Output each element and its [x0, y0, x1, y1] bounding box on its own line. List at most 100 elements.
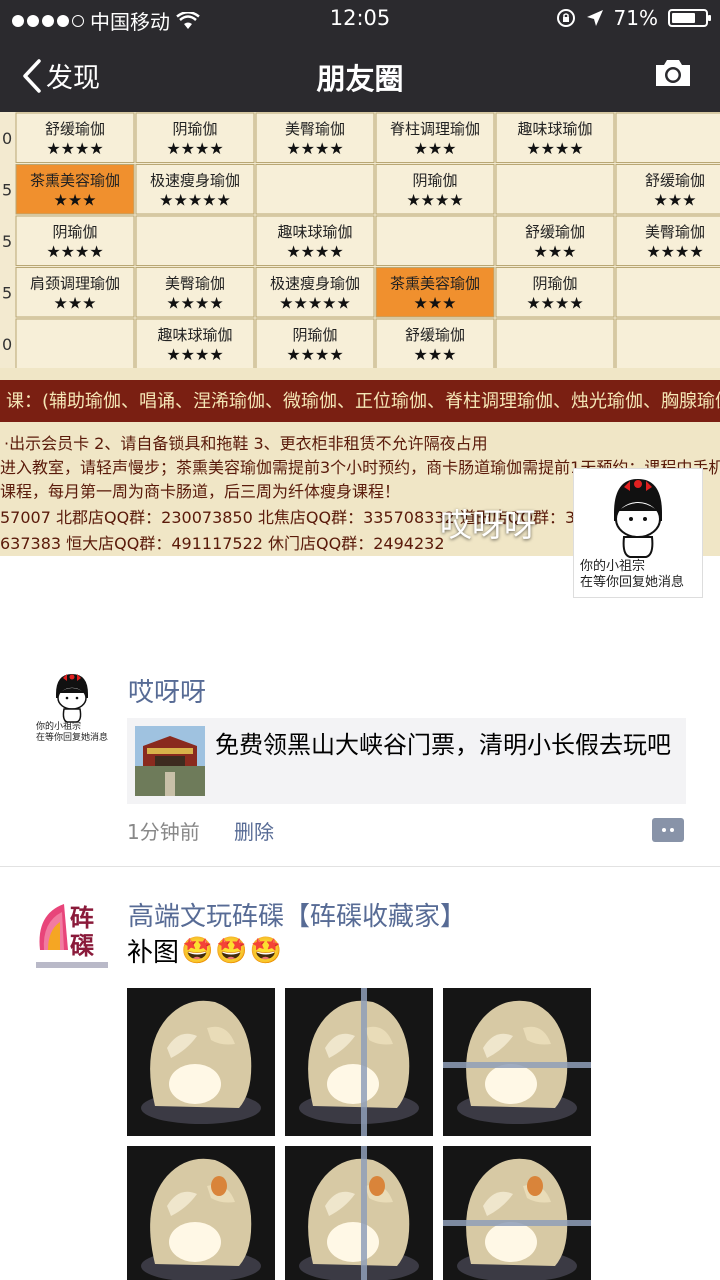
shared-link-card[interactable]: 免费领黑山大峡谷门票，清明小长假去玩吧 [127, 718, 686, 804]
cover-owner-name: 哎呀呀 [439, 506, 536, 544]
class-rating: ★★★ [413, 139, 456, 158]
class-name: 茶熏美容瑜伽 [30, 172, 120, 190]
schedule-cell [135, 215, 255, 266]
class-name: 阴瑜伽 [532, 275, 577, 293]
camera-button[interactable] [654, 58, 692, 92]
star-eyes-emoji-icon: 🤩 [181, 935, 214, 966]
dot [670, 828, 674, 832]
schedule-cell [615, 267, 720, 318]
post-photo[interactable] [443, 1146, 591, 1280]
star-eyes-emoji-icon: 🤩 [249, 935, 283, 966]
profile-caption: 你的小祖宗 在等你回复她消息 [580, 559, 684, 591]
battery-fill [672, 13, 695, 23]
row-edge-mark: 5 [2, 232, 12, 251]
class-name: 阴瑜伽 [172, 120, 217, 138]
logo-char: 磲 [70, 931, 94, 960]
row-edge-mark: 5 [2, 283, 12, 302]
schedule-cell [615, 318, 720, 368]
note-line: 课程，每月第一周为商卡肠道，后三周为纤体瘦身课程！ [0, 482, 401, 501]
class-rating: ★★★★★ [279, 294, 351, 313]
class-rating: ★★★★ [166, 345, 223, 364]
class-rating: ★★★★★ [159, 191, 231, 210]
class-name: 脊柱调理瑜伽 [390, 120, 480, 138]
shell-carving-photo [443, 1146, 591, 1280]
camera-icon [656, 60, 690, 86]
link-title: 免费领黑山大峡谷门票，清明小长假去玩吧 [215, 731, 671, 759]
post-photo[interactable] [127, 988, 275, 1136]
post-body: 补图 [127, 938, 180, 968]
class-rating: ★★★★ [286, 242, 343, 261]
class-rating: ★★★★ [286, 345, 343, 364]
schedule-cell [255, 164, 375, 215]
schedule-cell [375, 215, 495, 266]
post-text: 补图 🤩 🤩 🤩 [127, 932, 282, 969]
star-eyes-emoji-icon: 🤩 [215, 935, 248, 966]
post-avatar[interactable]: 你的小祖宗 在等你回复她消息 [32, 668, 112, 748]
schedule-cell [615, 112, 720, 163]
class-rating: ★★★ [53, 191, 96, 210]
post-time: 1分钟前 [127, 820, 200, 844]
shell-carving-photo [285, 988, 433, 1136]
class-name: 舒缓瑜伽 [525, 223, 585, 241]
class-name: 美臀瑜伽 [285, 120, 345, 138]
class-rating: ★★★ [413, 294, 456, 313]
schedule-cell [495, 164, 615, 215]
battery-percent: 71% [613, 6, 658, 30]
shell-carving-photo [127, 988, 275, 1136]
note-line: ·出示会员卡 2、请自备锁具和拖鞋 3、更衣柜非租赁不允许隔夜占用 [4, 434, 488, 453]
class-name: 趣味球瑜伽 [157, 326, 232, 344]
class-rating: ★★★★ [286, 139, 343, 158]
post-photo[interactable] [127, 1146, 275, 1280]
post-divider [0, 866, 720, 867]
shell-carving-photo [127, 1146, 275, 1280]
class-rating: ★★★★ [166, 294, 223, 313]
shell-carving-photo [285, 1146, 433, 1280]
row-edge-mark: 5 [2, 180, 12, 199]
class-name: 舒缓瑜伽 [45, 120, 105, 138]
status-bar: 中国移动 12:05 71% [0, 0, 720, 38]
class-rating: ★★★★ [526, 139, 583, 158]
post-photo[interactable] [285, 1146, 433, 1280]
status-right: 71% [556, 6, 711, 30]
cartoon-girl-icon [614, 479, 662, 558]
caption-line: 在等你回复她消息 [36, 733, 109, 743]
logo-text: 砗 磲 [70, 904, 94, 960]
link-thumbnail [135, 726, 205, 796]
class-rating: ★★★ [533, 242, 576, 261]
battery-icon [668, 9, 711, 27]
class-rating: ★★★★ [646, 242, 703, 261]
class-rating: ★★★★ [46, 139, 103, 158]
post-author[interactable]: 哎呀呀 [128, 672, 206, 709]
class-rating: ★★★ [653, 191, 696, 210]
class-rating: ★★★★ [46, 242, 103, 261]
class-name: 阴瑜伽 [412, 172, 457, 190]
post-photo[interactable] [443, 988, 591, 1136]
comment-button[interactable] [652, 818, 684, 842]
caption-line: 在等你回复她消息 [580, 575, 685, 590]
class-name: 茶熏美容瑜伽 [390, 275, 480, 293]
class-name: 舒缓瑜伽 [405, 326, 465, 344]
class-name: 阴瑜伽 [52, 223, 97, 241]
banner-text: 课：(辅助瑜伽、唱诵、涅浠瑜伽、微瑜伽、正位瑜伽、脊柱调理瑜伽、烛光瑜伽、胸腺瑜… [6, 391, 720, 412]
row-edge-mark: 0 [2, 335, 12, 354]
class-rating: ★★★★ [406, 191, 463, 210]
avatar-caption: 你的小祖宗 在等你回复她消息 [36, 722, 108, 744]
delete-link[interactable]: 删除 [234, 816, 274, 845]
shell-carving-photo [443, 988, 591, 1136]
profile-avatar[interactable]: 你的小祖宗 在等你回复她消息 [573, 468, 703, 598]
top-bar: 中国移动 12:05 71% 发现 朋友圈 [0, 0, 720, 112]
post-photo[interactable] [285, 988, 433, 1136]
nav-bar: 发现 朋友圈 [0, 38, 720, 112]
cartoon-girl-icon [56, 674, 88, 723]
post-avatar[interactable]: 砗 磲 [32, 892, 112, 972]
schedule-table: 0 舒缓瑜伽★★★★阴瑜伽★★★★美臀瑜伽★★★★脊柱调理瑜伽★★★趣味球瑜伽★★… [0, 112, 720, 368]
class-name: 阴瑜伽 [292, 326, 337, 344]
rotation-lock-icon [556, 9, 575, 27]
caption-line: 你的小祖宗 [36, 722, 82, 732]
class-rating: ★★★★ [166, 139, 223, 158]
class-name: 美臀瑜伽 [645, 223, 705, 241]
dot [662, 828, 666, 832]
post-author[interactable]: 高端文玩砗磲【砗磲收藏家】 [128, 896, 466, 933]
note-line: 637383 恒大店QQ群：491117522 休门店QQ群：2494232 [0, 534, 445, 553]
class-rating: ★★★ [413, 345, 456, 364]
